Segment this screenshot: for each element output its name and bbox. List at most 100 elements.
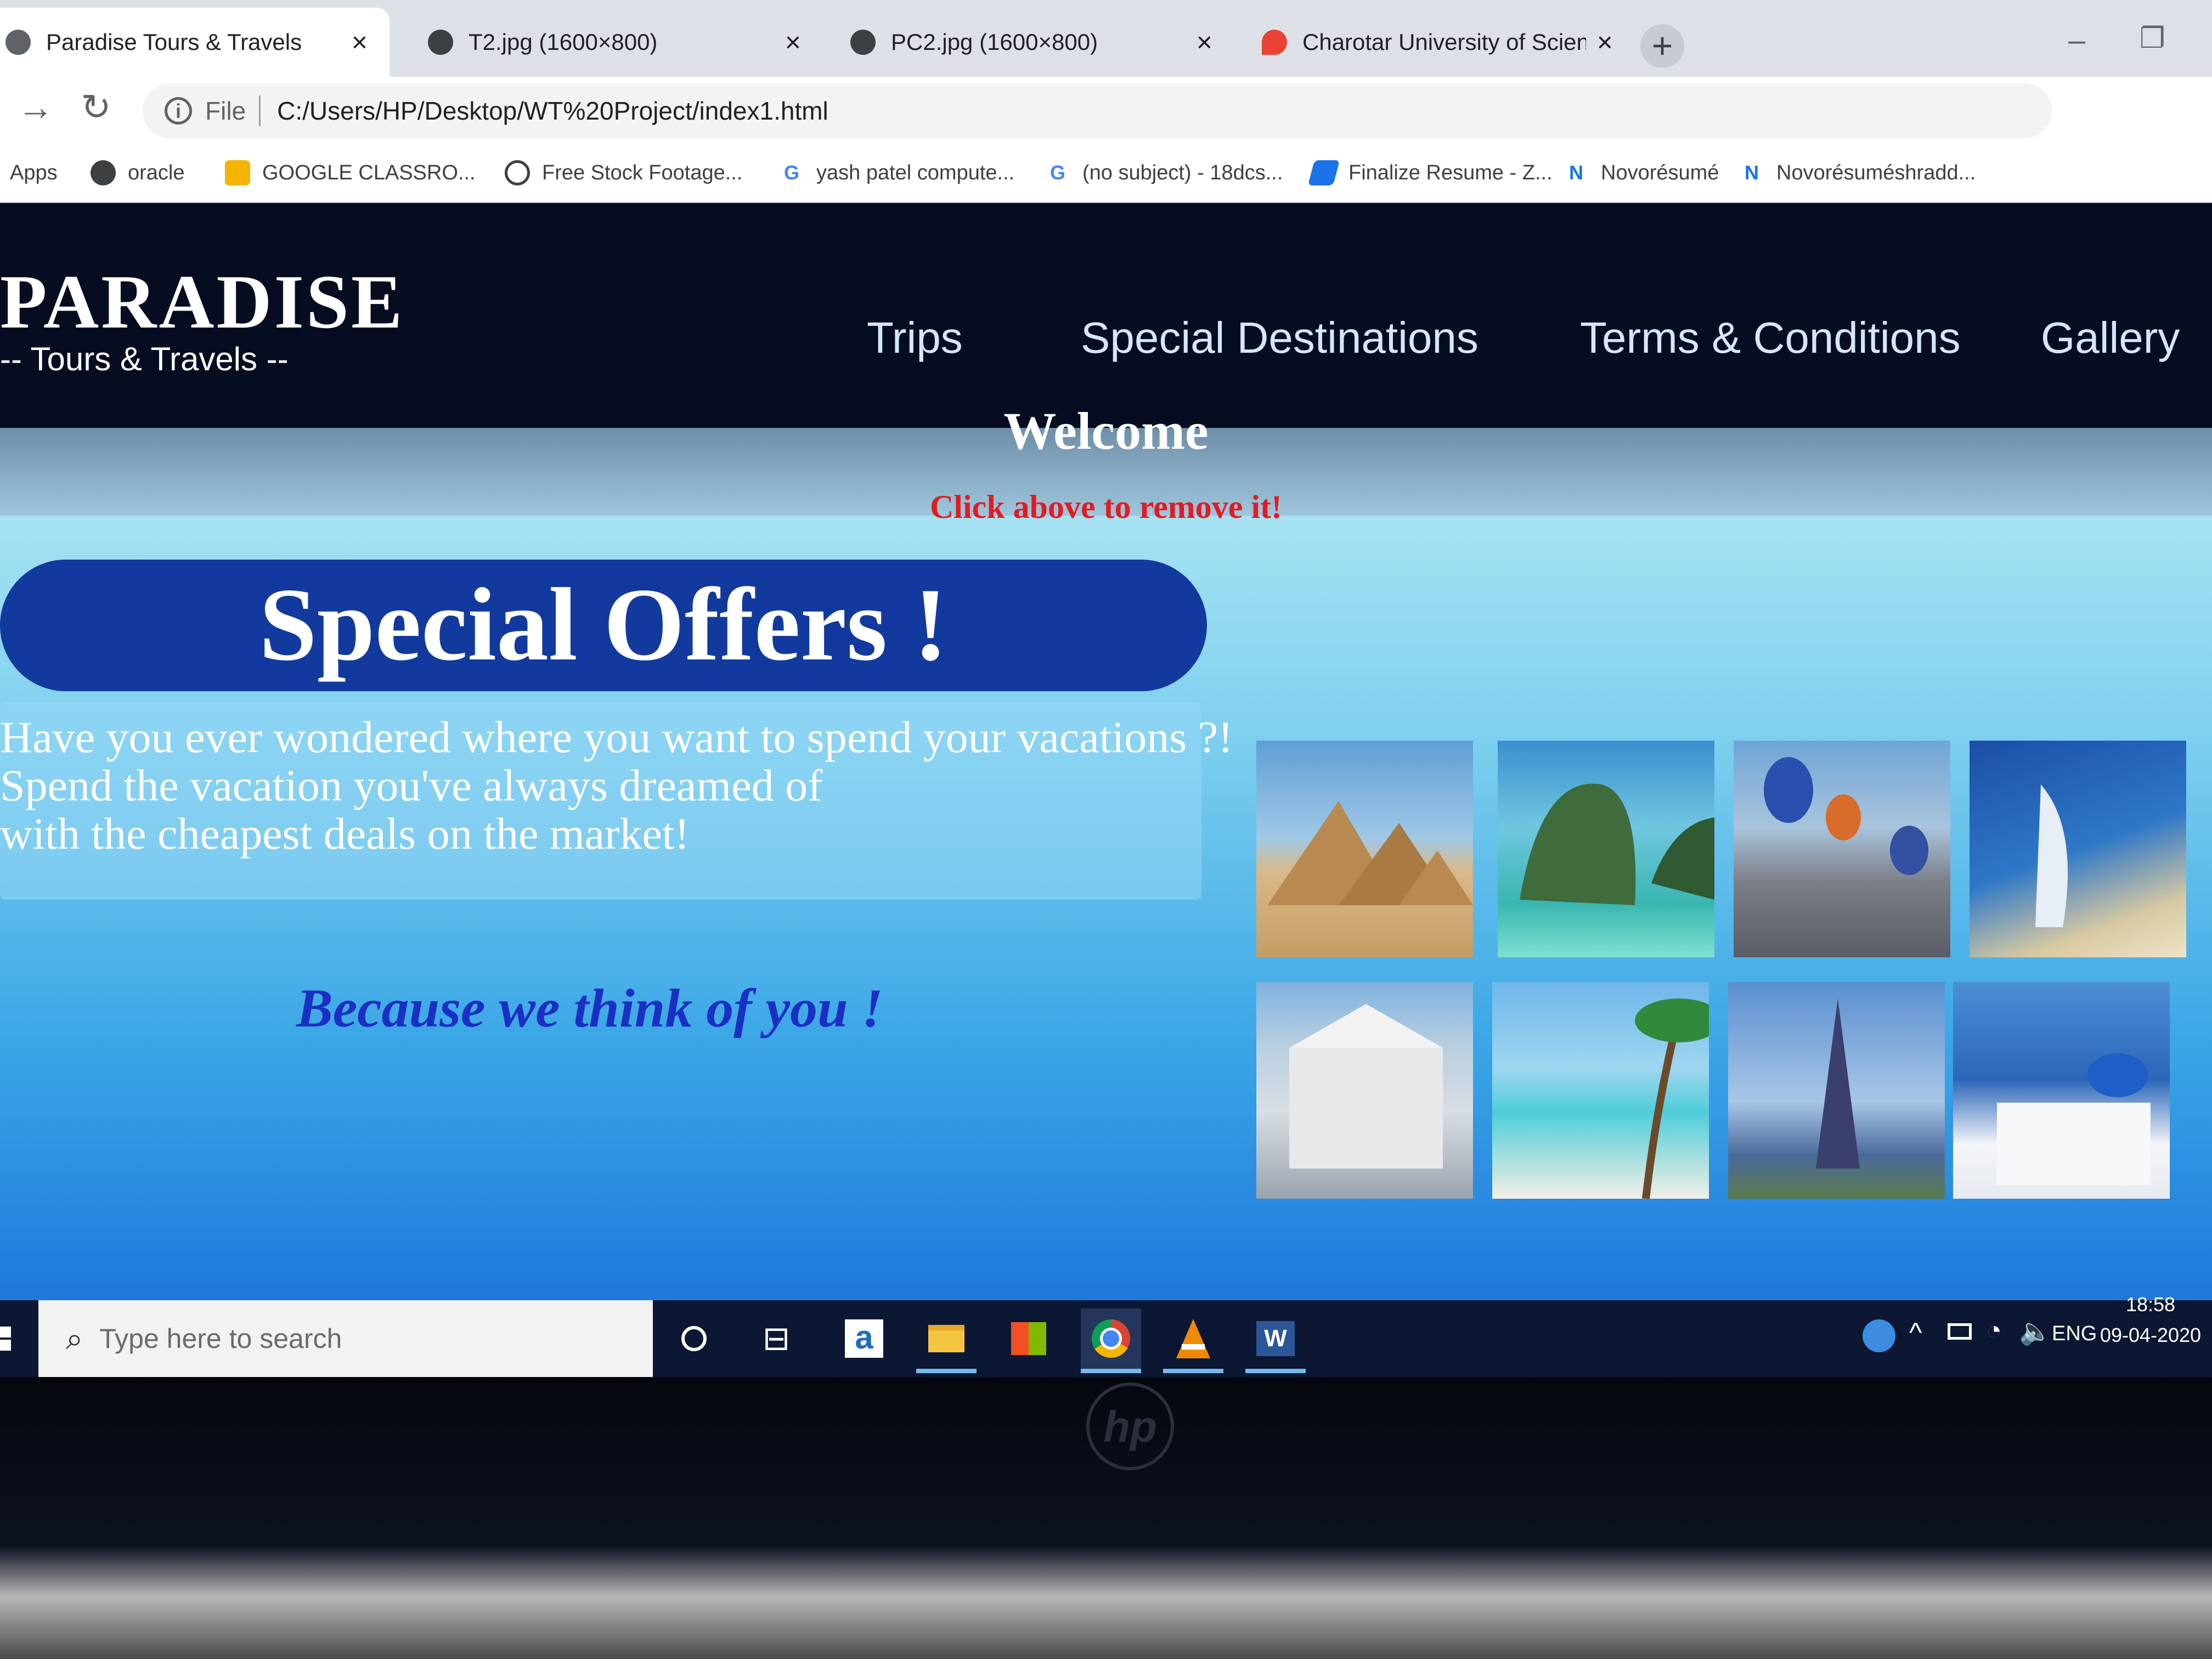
web-page: PARADISE -- Tours & Travels -- Trips Spe…	[0, 203, 2212, 1300]
site-logo-subtitle: -- Tours & Travels --	[0, 341, 289, 377]
new-tab-button[interactable]: +	[1640, 24, 1684, 68]
file-explorer-icon[interactable]	[916, 1308, 977, 1373]
tab-title: Charotar University of Science an	[1302, 29, 1586, 55]
eiffel-image	[1816, 998, 1860, 1169]
gallery-milan-cathedral[interactable]	[1256, 982, 1473, 1199]
restore-icon[interactable]: ❐	[2140, 22, 2165, 55]
bookmark-oracle[interactable]: oracle	[91, 148, 185, 198]
bookmark-yash[interactable]: G yash patel compute...	[779, 148, 1014, 198]
volume-icon[interactable]: 🔈	[2019, 1316, 2052, 1347]
gallery-pyramids[interactable]	[1256, 741, 1473, 957]
bookmark-novoresume[interactable]: N Novorésumé	[1564, 148, 1719, 198]
palm-image	[1635, 998, 1709, 1199]
info-icon[interactable]: i	[165, 97, 192, 125]
google-icon: G	[1049, 161, 1065, 184]
close-icon[interactable]: ×	[352, 26, 368, 58]
globe-icon	[428, 30, 453, 55]
tab-charotar[interactable]: Charotar University of Science an ×	[1240, 8, 1635, 77]
bookmark-label: Novorésumé	[1601, 161, 1719, 184]
forward-icon[interactable]: →	[11, 82, 60, 132]
gallery-santorini[interactable]	[1953, 982, 2170, 1199]
language-indicator[interactable]: ENG	[2052, 1322, 2097, 1346]
taskbar-search[interactable]: ⌕ Type here to search	[38, 1300, 653, 1377]
clock[interactable]: 18:58 09-04-2020	[2096, 1289, 2205, 1351]
bookmark-novoresume-2[interactable]: N Novorésuméshradd...	[1739, 148, 1976, 198]
store-icon[interactable]	[998, 1308, 1059, 1369]
close-icon[interactable]: ×	[785, 26, 801, 58]
chrome-icon[interactable]	[1081, 1308, 1141, 1373]
bookmark-label: GOOGLE CLASSRO...	[262, 161, 476, 184]
amazon-icon[interactable]: a	[834, 1308, 894, 1369]
bookmark-resume[interactable]: Finalize Resume - Z...	[1307, 148, 1553, 198]
novoresume-icon: N	[1569, 161, 1583, 184]
close-icon[interactable]: ×	[1197, 26, 1212, 58]
offers-line: Have you ever wondered where you want to…	[0, 712, 1233, 762]
maps-icon	[1262, 30, 1287, 55]
pyramids-image	[1267, 801, 1473, 905]
url-scheme: File	[205, 97, 246, 125]
vlc-icon[interactable]	[1163, 1308, 1223, 1373]
address-bar[interactable]: i File C:/Users/HP/Desktop/WT%20Project/…	[143, 83, 2052, 138]
site-header: PARADISE -- Tours & Travels -- Trips Spe…	[0, 203, 2212, 428]
bookmark-apps[interactable]: Apps	[10, 148, 58, 198]
bookmark-classroom[interactable]: GOOGLE CLASSRO...	[225, 148, 476, 198]
nav-trips[interactable]: Trips	[867, 313, 963, 363]
nav-gallery[interactable]: Gallery	[2041, 313, 2180, 363]
gallery-burj-al-arab[interactable]	[1970, 741, 2186, 957]
windows-logo	[0, 1327, 11, 1351]
cortana-icon[interactable]	[664, 1308, 724, 1369]
welcome-heading: Welcome	[1003, 402, 1209, 460]
search-icon: ⌕	[66, 1321, 83, 1356]
close-icon[interactable]: ×	[1597, 26, 1613, 58]
divider	[259, 95, 261, 126]
hero-section: Click above to remove it! Special Offers…	[0, 428, 2212, 1300]
nav-terms-conditions[interactable]: Terms & Conditions	[1580, 313, 1961, 363]
help-icon[interactable]	[1863, 1319, 1895, 1352]
word-icon[interactable]: W	[1245, 1308, 1306, 1373]
offers-text: Have you ever wondered where you want to…	[0, 713, 1234, 858]
tagline: Because we think of you !	[296, 978, 883, 1039]
offers-line: Spend the vacation you've always dreamed…	[0, 760, 823, 810]
tab-t2[interactable]: T2.jpg (1600×800) ×	[406, 8, 823, 77]
page-icon	[5, 30, 31, 55]
resume-icon	[1307, 160, 1340, 185]
cliffs-image	[1520, 783, 1714, 905]
burj-image	[2035, 785, 2068, 927]
santorini-image	[1997, 1053, 2151, 1185]
globe-icon	[850, 30, 876, 55]
battery-icon[interactable]	[1948, 1323, 1972, 1340]
footage-icon	[505, 160, 530, 185]
gallery-eiffel-tower[interactable]	[1728, 982, 1945, 1199]
search-placeholder: Type here to search	[99, 1323, 342, 1354]
task-view-icon[interactable]: ⊟	[746, 1308, 806, 1369]
gallery-hot-air-balloons[interactable]	[1734, 741, 1950, 957]
remove-note: Click above to remove it!	[929, 489, 1283, 525]
classroom-icon	[225, 160, 250, 185]
reload-icon[interactable]: ↻	[71, 82, 121, 132]
google-icon: G	[783, 161, 799, 184]
tab-paradise[interactable]: Paradise Tours & Travels ×	[0, 8, 390, 77]
gallery-palm-beach[interactable]	[1492, 982, 1709, 1199]
minimize-icon[interactable]: –	[2068, 22, 2085, 58]
wifi-icon[interactable]: ◔	[1986, 1316, 2002, 1346]
bookmark-label: yash patel compute...	[816, 161, 1015, 184]
windows-start-icon[interactable]	[0, 1300, 38, 1377]
url-text: C:/Users/HP/Desktop/WT%20Project/index1.…	[277, 97, 828, 125]
clock-date: 09-04-2020	[2100, 1324, 2202, 1346]
bookmark-gmail[interactable]: G (no subject) - 18dcs...	[1045, 148, 1283, 198]
tab-title: Paradise Tours & Travels	[46, 29, 302, 55]
chevron-up-icon[interactable]: ^	[1909, 1317, 1922, 1348]
hp-logo: hp	[1086, 1383, 1174, 1470]
bookmark-label: oracle	[128, 161, 185, 184]
gallery-island-cliffs[interactable]	[1498, 741, 1714, 957]
globe-icon	[91, 160, 116, 185]
tab-pc2[interactable]: PC2.jpg (1600×800) ×	[828, 8, 1234, 77]
offers-line: with the cheapest deals on the market!	[0, 809, 690, 859]
site-logo-title[interactable]: PARADISE	[0, 258, 404, 346]
bookmark-label: (no subject) - 18dcs...	[1082, 161, 1283, 184]
tab-title: T2.jpg (1600×800)	[469, 29, 658, 55]
nav-special-destinations[interactable]: Special Destinations	[1081, 313, 1479, 363]
bookmark-footage[interactable]: Free Stock Footage...	[505, 148, 742, 198]
clock-time: 18:58	[2125, 1293, 2176, 1316]
bookmark-label: Apps	[10, 161, 58, 184]
